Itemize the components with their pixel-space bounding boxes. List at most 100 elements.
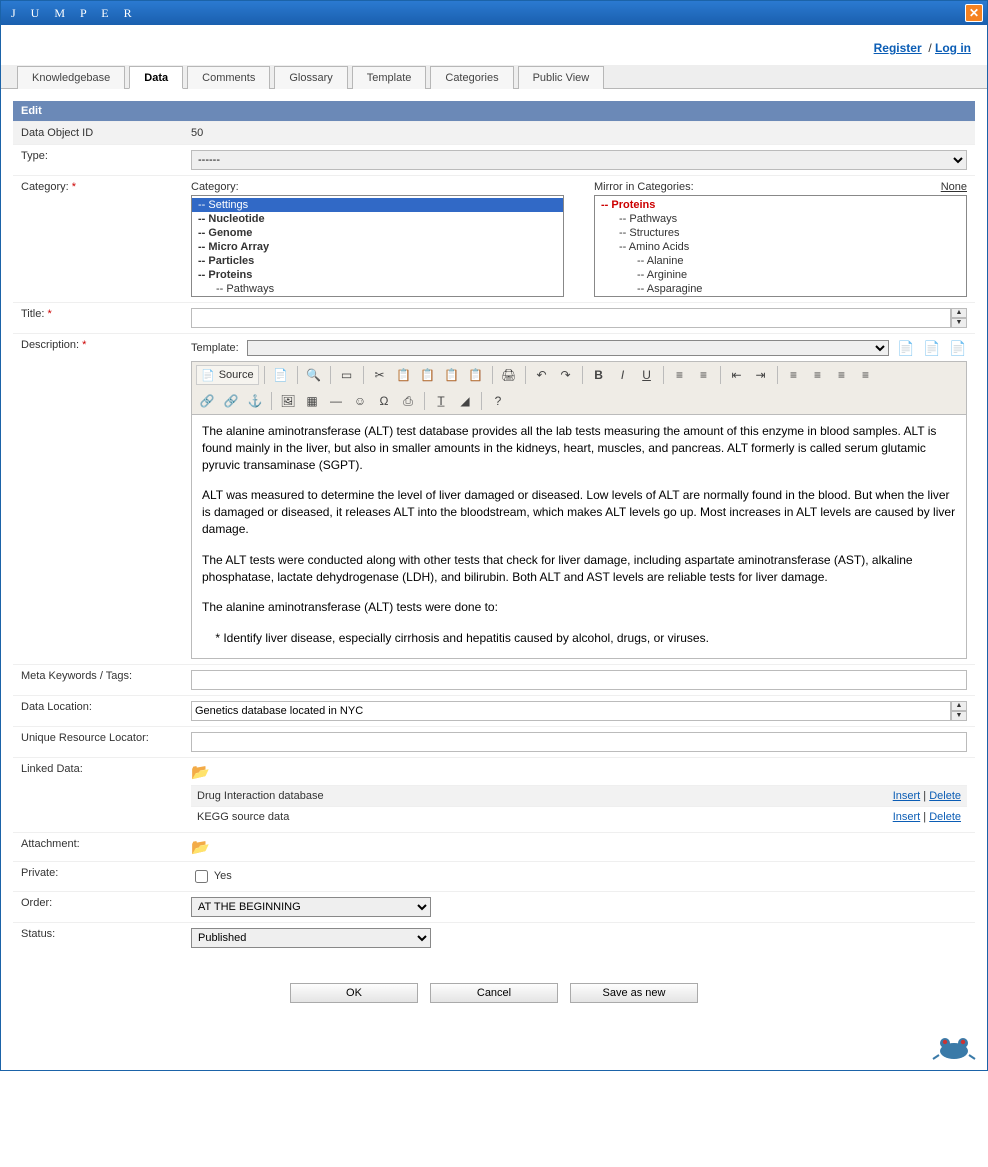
cat-opt-nucleotide[interactable]: -- Nucleotide	[192, 212, 563, 226]
ol-icon[interactable]: ≡	[669, 365, 691, 385]
newpage-icon[interactable]: 📄	[270, 365, 292, 385]
align-left-icon[interactable]: ≡	[783, 365, 805, 385]
anchor-icon[interactable]: ⚓	[244, 391, 266, 411]
mir-opt-asparagine[interactable]: -- Asparagine	[595, 282, 966, 296]
editor-body[interactable]: The alanine aminotransferase (ALT) test …	[191, 415, 967, 659]
template-select[interactable]	[247, 340, 889, 356]
data-location-input[interactable]	[191, 701, 951, 721]
template-load-icon[interactable]: 📄	[897, 339, 915, 357]
mir-opt-alanine[interactable]: -- Alanine	[595, 254, 966, 268]
table-icon[interactable]: ▦	[301, 391, 323, 411]
print-icon[interactable]: 🖨	[498, 365, 520, 385]
label-description: Description:	[21, 339, 79, 351]
linked-insert-1[interactable]: Insert	[893, 811, 921, 823]
desc-p4: The alanine aminotransferase (ALT) tests…	[202, 599, 956, 616]
linked-insert-0[interactable]: Insert	[893, 790, 921, 802]
smiley-icon[interactable]: ☺	[349, 391, 371, 411]
type-select[interactable]: ------	[191, 150, 967, 170]
tab-data[interactable]: Data	[129, 66, 183, 89]
linked-delete-1[interactable]: Delete	[929, 811, 961, 823]
save-as-new-button[interactable]: Save as new	[570, 983, 698, 1003]
private-checkbox[interactable]	[195, 870, 208, 883]
titlebar: J U M P E R ✕	[1, 1, 987, 25]
close-button[interactable]: ✕	[965, 4, 983, 22]
cancel-button[interactable]: Cancel	[430, 983, 558, 1003]
title-input[interactable]	[191, 308, 951, 328]
paste-text-icon[interactable]: 📋	[441, 365, 463, 385]
undo-icon[interactable]: ↶	[531, 365, 553, 385]
status-select[interactable]: Published	[191, 928, 431, 948]
mir-opt-arginine[interactable]: -- Arginine	[595, 268, 966, 282]
align-center-icon[interactable]: ≡	[807, 365, 829, 385]
textcolor-icon[interactable]: T̲	[430, 391, 452, 411]
mir-opt-pathways[interactable]: -- Pathways	[595, 212, 966, 226]
order-select[interactable]: AT THE BEGINNING	[191, 897, 431, 917]
linked-data-browse-icon[interactable]: 📂	[191, 764, 210, 781]
source-button[interactable]: 📄 Source	[196, 365, 259, 385]
data-location-spin[interactable]: ▲▼	[951, 701, 967, 721]
italic-icon[interactable]: I	[612, 365, 634, 385]
paste-word-icon[interactable]: 📋	[465, 365, 487, 385]
ok-button[interactable]: OK	[290, 983, 418, 1003]
desc-p2: ALT was measured to determine the level …	[202, 487, 956, 537]
label-url: Unique Resource Locator:	[13, 727, 183, 758]
cut-icon[interactable]: ✂	[369, 365, 391, 385]
cat-opt-micro-array[interactable]: -- Micro Array	[192, 240, 563, 254]
label-template: Template:	[191, 342, 239, 354]
template-save-icon[interactable]: 📄	[923, 339, 941, 357]
image-icon[interactable]: 🖼	[277, 391, 299, 411]
linked-delete-0[interactable]: Delete	[929, 790, 961, 802]
header-links: Register / Log in	[1, 25, 987, 65]
category-listbox[interactable]: -- Settings -- Nucleotide -- Genome -- M…	[191, 195, 564, 297]
mir-opt-amino-acids[interactable]: -- Amino Acids	[595, 240, 966, 254]
title-spin[interactable]: ▲▼	[951, 308, 967, 328]
tabbar: Knowledgebase Data Comments Glossary Tem…	[1, 65, 987, 89]
copy-icon[interactable]: 📋	[393, 365, 415, 385]
mir-opt-proteins[interactable]: -- Proteins	[595, 198, 966, 212]
meta-keywords-input[interactable]	[191, 670, 967, 690]
tab-comments[interactable]: Comments	[187, 66, 270, 89]
linked-name-0: Drug Interaction database	[191, 786, 682, 807]
none-link[interactable]: None	[941, 181, 967, 193]
bold-icon[interactable]: B	[588, 365, 610, 385]
ul-icon[interactable]: ≡	[693, 365, 715, 385]
mir-opt-structures[interactable]: -- Structures	[595, 226, 966, 240]
tab-categories[interactable]: Categories	[430, 66, 513, 89]
cat-opt-genome[interactable]: -- Genome	[192, 226, 563, 240]
outdent-icon[interactable]: ⇤	[726, 365, 748, 385]
row-category: Category: * Category: -- Settings -- Nuc…	[13, 176, 975, 303]
bgcolor-icon[interactable]: ◢	[454, 391, 476, 411]
cat-opt-particles[interactable]: -- Particles	[192, 254, 563, 268]
footer-buttons: OK Cancel Save as new	[13, 983, 975, 1003]
indent-icon[interactable]: ⇥	[750, 365, 772, 385]
login-link[interactable]: Log in	[935, 41, 971, 55]
tab-public-view[interactable]: Public View	[518, 66, 605, 89]
unlink-icon[interactable]: 🔗	[220, 391, 242, 411]
select-all-icon[interactable]: ▭	[336, 365, 358, 385]
cat-opt-pathways[interactable]: -- Pathways	[192, 282, 563, 296]
paste-icon[interactable]: 📋	[417, 365, 439, 385]
preview-icon[interactable]: 🔍	[303, 365, 325, 385]
specialchar-icon[interactable]: Ω	[373, 391, 395, 411]
row-data-location: Data Location: ▲▼	[13, 696, 975, 727]
mirror-listbox[interactable]: -- Proteins -- Pathways -- Structures --…	[594, 195, 967, 297]
linked-name-1: KEGG source data	[191, 807, 682, 828]
align-justify-icon[interactable]: ≡	[855, 365, 877, 385]
template-add-icon[interactable]: 📄	[949, 339, 967, 357]
align-right-icon[interactable]: ≡	[831, 365, 853, 385]
link-icon[interactable]: 🔗	[196, 391, 218, 411]
underline-icon[interactable]: U	[636, 365, 658, 385]
tab-glossary[interactable]: Glossary	[274, 66, 347, 89]
cat-opt-settings[interactable]: -- Settings	[192, 198, 563, 212]
pagebreak-icon[interactable]: ⎙	[397, 391, 419, 411]
tab-template[interactable]: Template	[352, 66, 427, 89]
help-icon[interactable]: ?	[487, 391, 509, 411]
redo-icon[interactable]: ↷	[555, 365, 577, 385]
label-type: Type:	[13, 145, 183, 176]
url-input[interactable]	[191, 732, 967, 752]
tab-knowledgebase[interactable]: Knowledgebase	[17, 66, 125, 89]
cat-opt-proteins[interactable]: -- Proteins	[192, 268, 563, 282]
register-link[interactable]: Register	[874, 41, 922, 55]
hr-icon[interactable]: —	[325, 391, 347, 411]
attachment-browse-icon[interactable]: 📂	[191, 839, 210, 856]
